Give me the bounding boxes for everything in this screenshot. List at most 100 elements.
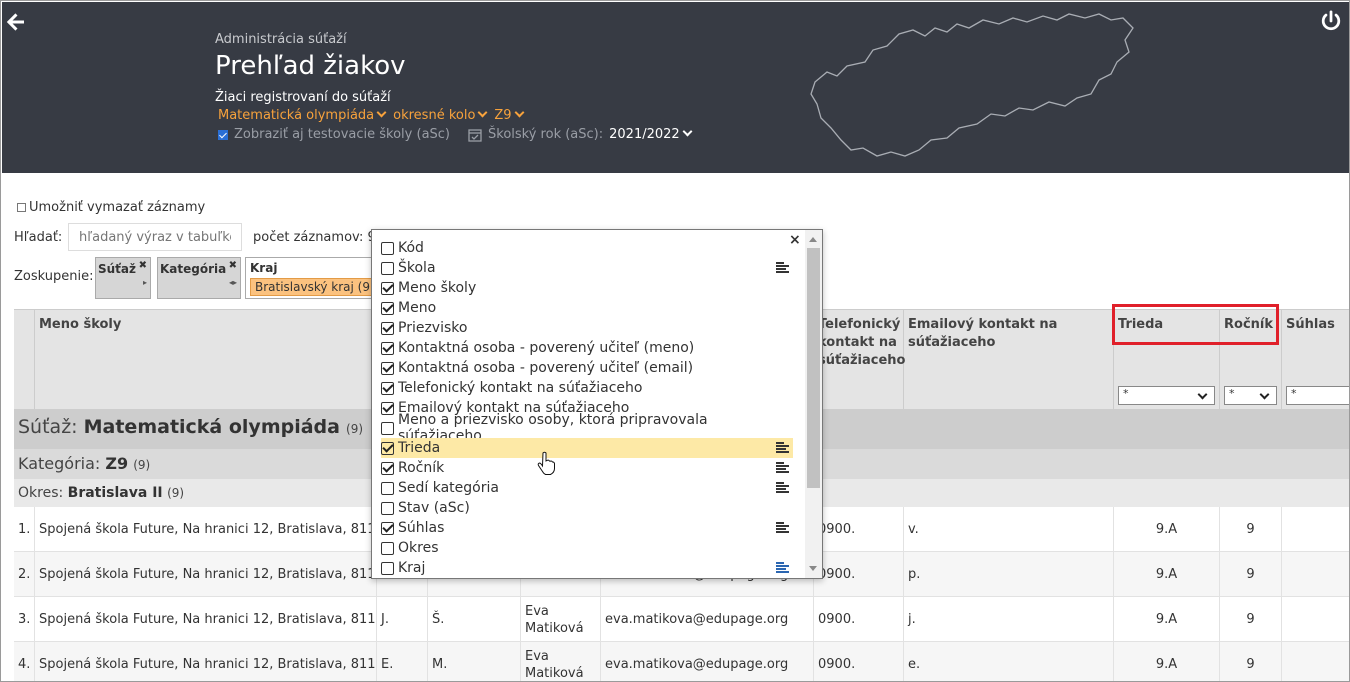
filter-category[interactable]: Z9 — [494, 107, 525, 123]
scroll-thumb[interactable] — [807, 248, 820, 488]
allow-delete-toggle[interactable]: Umožniť vymazať záznamy — [17, 200, 205, 215]
filter-round[interactable]: okresné kolo — [393, 107, 488, 123]
kraj-value[interactable]: Bratislavský kraj (9) — [250, 278, 380, 296]
column-checkbox[interactable] — [381, 321, 394, 335]
popup-scrollbar[interactable] — [805, 230, 822, 578]
chevron-down-icon — [1259, 389, 1270, 400]
column-option[interactable]: Trieda — [381, 438, 793, 458]
column-option[interactable]: Telefonický kontakt na súťažiaceho — [381, 378, 793, 398]
align-lines-icon[interactable] — [776, 462, 789, 473]
allow-delete-checkbox[interactable] — [17, 203, 26, 212]
column-option-label: Sedí kategória — [398, 480, 499, 496]
column-option[interactable]: Meno školy — [381, 278, 793, 298]
header-description: Žiaci registrovaní do súťaží — [215, 90, 391, 105]
align-lines-icon[interactable] — [776, 482, 789, 493]
column-option-label: Kraj — [398, 560, 426, 576]
group-chip-kategoria[interactable]: Kategória ✖ ◂▸ — [157, 257, 241, 299]
cell-school: Spojená škola Future, Na hranici 12, Bra… — [35, 597, 377, 642]
column-checkbox[interactable] — [381, 301, 394, 315]
column-checkbox[interactable] — [381, 501, 394, 515]
column-checkbox[interactable] — [381, 441, 394, 455]
column-checkbox[interactable] — [381, 401, 394, 415]
column-option[interactable]: Škola — [381, 258, 793, 278]
cell-school: Spojená škola Future, Na hranici 12, Bra… — [35, 552, 377, 597]
table-row[interactable]: 4. Spojená škola Future, Na hranici 12, B… — [14, 642, 1349, 681]
column-option[interactable]: Kontaktná osoba - poverený učiteľ (meno) — [381, 338, 793, 358]
th-meno-skoly[interactable]: Meno školy — [35, 310, 377, 410]
column-option[interactable]: Priezvisko — [381, 318, 793, 338]
cell-num: 3. — [14, 597, 35, 642]
power-icon[interactable] — [1320, 10, 1342, 32]
align-lines-icon[interactable] — [776, 442, 789, 453]
back-arrow-icon[interactable] — [4, 10, 28, 34]
filter-trieda-select[interactable]: * — [1118, 386, 1215, 405]
column-option[interactable]: Meno — [381, 298, 793, 318]
chevron-right-icon: ▸ — [142, 278, 147, 287]
column-option[interactable]: Kraj — [381, 558, 793, 578]
group-chip-sutaz[interactable]: Súťaž ✖ ▸ — [95, 257, 151, 299]
group-chip-kraj[interactable]: Kraj Bratislavský kraj (9) — [245, 257, 380, 299]
cell-trieda: 9.A — [1114, 642, 1220, 681]
scroll-up-icon[interactable] — [809, 237, 817, 242]
column-option[interactable]: Ročník — [381, 458, 793, 478]
align-lines-icon[interactable] — [776, 562, 789, 573]
cell-teacher-email: eva.matikova@edupage.org — [601, 597, 814, 642]
teacher-surname: Matiková — [525, 620, 584, 636]
cell-teacher-email: eva.matikova@edupage.org — [601, 642, 814, 681]
show-test-checkbox[interactable] — [218, 129, 228, 140]
cell-teacher-block: Eva Matiková — [521, 597, 601, 642]
column-checkbox[interactable] — [381, 281, 394, 295]
teacher-surname: Matiková — [525, 665, 584, 681]
scroll-down-icon[interactable] — [809, 566, 817, 571]
column-checkbox[interactable] — [381, 421, 394, 435]
cell-suhlas — [1282, 642, 1349, 681]
column-checkbox[interactable] — [381, 521, 394, 535]
app-frame: Administrácia súťaží Prehľad žiakov Žiac… — [0, 0, 1350, 682]
close-icon[interactable]: ✖ — [229, 260, 237, 271]
search-input[interactable] — [68, 223, 242, 251]
column-checkbox[interactable] — [381, 561, 394, 575]
column-option-label: Priezvisko — [398, 320, 468, 336]
column-option[interactable]: Súhlas — [381, 518, 793, 538]
page-title: Prehľad žiakov — [215, 51, 406, 81]
cell-phone: 0900. — [814, 642, 904, 681]
column-checkbox[interactable] — [381, 361, 394, 375]
chevron-down-icon — [1197, 389, 1208, 400]
school-year-label: Školský rok (aSc): — [488, 127, 604, 142]
cell-trieda: 9.A — [1114, 507, 1220, 552]
column-checkbox[interactable] — [381, 541, 394, 555]
group-label: Zoskupenie: — [14, 269, 94, 284]
th-email[interactable]: Emailový kontakt na súťažiaceho — [904, 310, 1114, 410]
cell-rocnik: 9 — [1220, 552, 1282, 597]
column-checkbox[interactable] — [381, 261, 394, 275]
calendar-icon — [468, 128, 482, 142]
column-option[interactable]: Kód — [381, 238, 793, 258]
filter-suhlas-input[interactable]: * — [1286, 386, 1349, 405]
chevron-down-icon — [477, 107, 488, 118]
close-icon[interactable]: ✖ — [139, 260, 147, 271]
school-year-select[interactable]: 2021/2022 — [609, 126, 693, 142]
column-option-label: Meno — [398, 300, 437, 316]
column-option[interactable]: Sedí kategória — [381, 478, 793, 498]
cell-phone: 0900. — [814, 552, 904, 597]
filter-rocnik-select[interactable]: * — [1224, 386, 1277, 405]
column-checkbox[interactable] — [381, 481, 394, 495]
cell-phone: 0900. — [814, 597, 904, 642]
column-option[interactable]: Okres — [381, 538, 793, 558]
column-checkbox[interactable] — [381, 341, 394, 355]
table-row[interactable]: 3. Spojená škola Future, Na hranici 12, B… — [14, 597, 1349, 642]
column-checkbox[interactable] — [381, 381, 394, 395]
column-option[interactable]: Kontaktná osoba - poverený učiteľ (email… — [381, 358, 793, 378]
column-option[interactable]: Stav (aSc) — [381, 498, 793, 518]
hand-cursor-icon — [537, 451, 555, 475]
align-lines-icon[interactable] — [776, 522, 789, 533]
allow-delete-label: Umožniť vymazať záznamy — [29, 200, 206, 215]
th-telefon[interactable]: Telefonický kontakt na súťažiaceho — [814, 310, 905, 410]
column-checkbox[interactable] — [381, 461, 394, 475]
column-option[interactable]: Meno a priezvisko osoby, ktorá pripravov… — [381, 412, 793, 444]
align-lines-icon[interactable] — [776, 262, 789, 273]
filter-competition[interactable]: Matematická olympiáda — [218, 107, 387, 123]
cell-rocnik: 9 — [1220, 507, 1282, 552]
column-chooser-popup[interactable]: × Kód Škola Meno školy Meno Priezvisko Kontak… — [371, 229, 823, 579]
column-checkbox[interactable] — [381, 241, 394, 255]
